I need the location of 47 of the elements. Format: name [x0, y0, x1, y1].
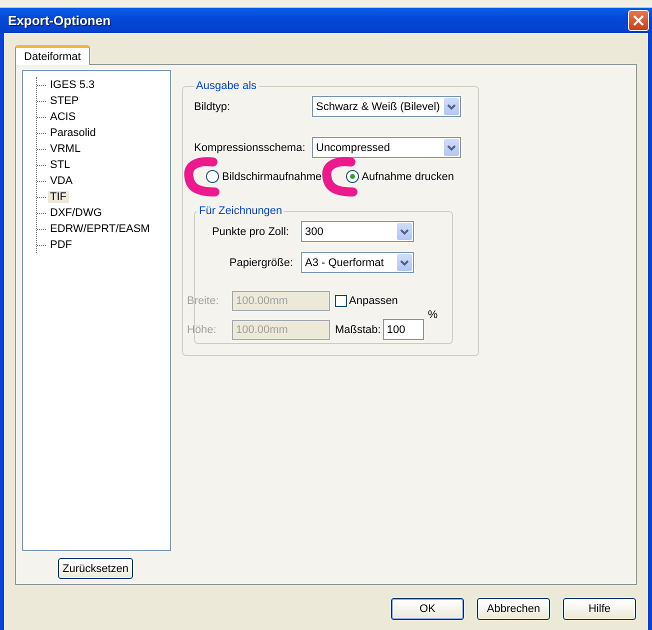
- dropdown[interactable]: Schwarz & Weiß (Bilevel): [312, 96, 461, 117]
- chevron-icon: [397, 254, 412, 271]
- window-title: Export-Optionen: [8, 13, 111, 28]
- tree-item[interactable]: VDA: [48, 175, 75, 187]
- dropdown[interactable]: 300: [301, 221, 414, 242]
- chevron-icon: [444, 98, 459, 115]
- radio-button[interactable]: [346, 170, 359, 183]
- field-label: Kompressionsschema:: [194, 142, 306, 154]
- radio-option[interactable]: Aufnahme drucken: [346, 170, 454, 183]
- dialog-button[interactable]: Hilfe: [563, 598, 636, 620]
- radio-label: Aufnahme drucken: [362, 170, 454, 182]
- close-icon: [632, 14, 645, 27]
- radio-label: Bildschirmaufnahme: [222, 170, 322, 182]
- tree-item[interactable]: EDRW/EPRT/EASM: [48, 223, 152, 235]
- field-label: Bildtyp:: [194, 100, 232, 112]
- tree-item[interactable]: Parasolid: [48, 127, 98, 139]
- field-label: Höhe:: [187, 324, 218, 336]
- tree-item[interactable]: DXF/DWG: [48, 207, 104, 219]
- unit-label: %: [428, 309, 438, 321]
- tree-item[interactable]: VRML: [48, 143, 83, 155]
- group-title: Ausgabe als: [195, 80, 258, 92]
- dropdown[interactable]: Uncompressed: [312, 137, 461, 158]
- radio-option[interactable]: Bildschirmaufnahme: [206, 170, 322, 183]
- checkbox[interactable]: [335, 295, 347, 307]
- tree-item[interactable]: STL: [48, 159, 72, 171]
- dropdown[interactable]: A3 - Querformat: [301, 252, 414, 273]
- tree-item[interactable]: PDF: [48, 239, 74, 251]
- dialog-button[interactable]: OK: [391, 598, 464, 620]
- tree-item[interactable]: ACIS: [48, 111, 78, 123]
- dialog-button[interactable]: Abbrechen: [477, 598, 550, 620]
- checkbox-label: Anpassen: [349, 295, 398, 307]
- field-label: Breite:: [187, 295, 220, 307]
- checkbox-option[interactable]: Anpassen: [335, 295, 398, 307]
- tree-item[interactable]: STEP: [48, 95, 81, 107]
- field-label: Maßstab:: [335, 324, 381, 336]
- chevron-icon: [444, 139, 459, 156]
- radio-button[interactable]: [206, 170, 219, 183]
- close-button[interactable]: [628, 10, 649, 31]
- input-field[interactable]: 100: [382, 319, 424, 340]
- field-label: Punkte pro Zoll:: [210, 226, 290, 238]
- field-label: Papiergröße:: [228, 256, 294, 268]
- chevron-icon: [397, 223, 412, 240]
- group-title: Für Zeichnungen: [198, 205, 284, 217]
- tab[interactable]: Dateiformat: [15, 45, 90, 65]
- tree-item[interactable]: TIF: [48, 191, 68, 203]
- reset-button[interactable]: Zurücksetzen: [58, 558, 133, 579]
- tree-item[interactable]: IGES 5.3: [48, 79, 97, 91]
